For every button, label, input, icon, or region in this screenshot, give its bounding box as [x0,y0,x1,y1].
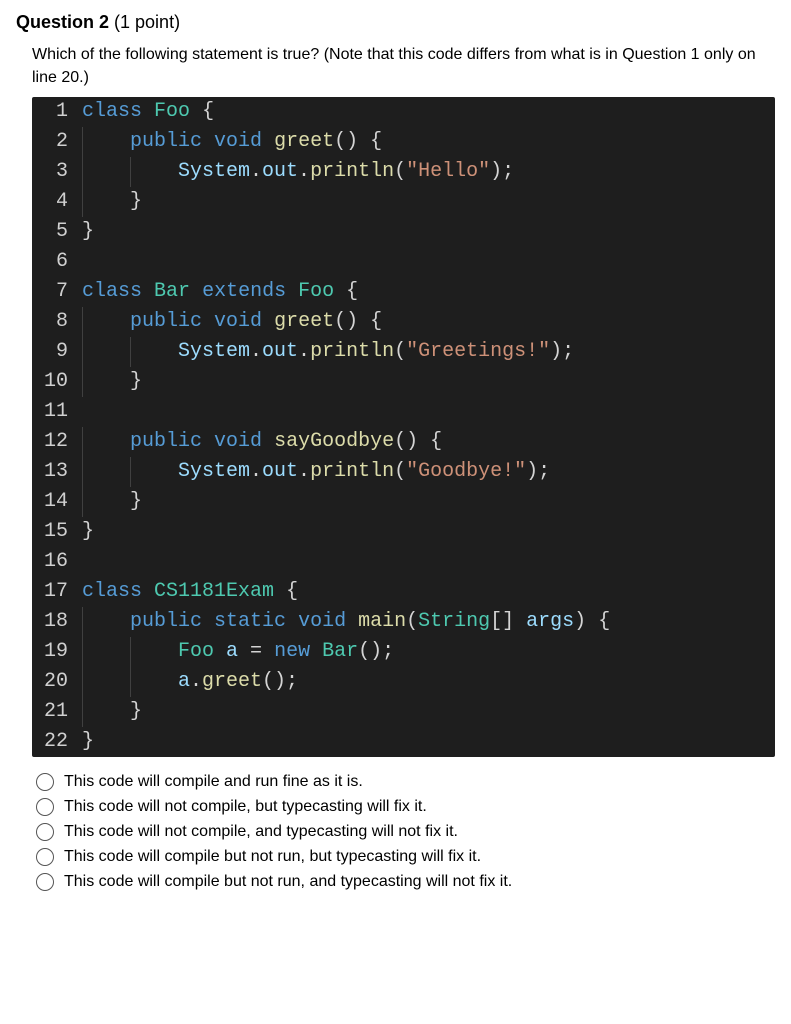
answer-option[interactable]: This code will not compile, but typecast… [36,798,775,816]
code-line: 3System.out.println("Hello"); [32,157,775,187]
question-points: (1 point) [109,12,180,32]
question-prompt: Which of the following statement is true… [32,43,775,89]
code-line: 6 [32,247,775,277]
code-line: 8public void greet() { [32,307,775,337]
code-content: a.greet(); [78,667,775,697]
answer-option[interactable]: This code will compile and run fine as i… [36,773,775,791]
line-number: 5 [32,217,78,247]
code-content: public void greet() { [78,127,775,157]
line-number: 14 [32,487,78,517]
code-line: 12public void sayGoodbye() { [32,427,775,457]
code-line: 16 [32,547,775,577]
code-line: 1class Foo { [32,97,775,127]
code-block: 1class Foo {2public void greet() {3Syste… [32,97,775,757]
code-content: System.out.println("Hello"); [78,157,775,187]
code-line: 14} [32,487,775,517]
line-number: 10 [32,367,78,397]
code-content: Foo a = new Bar(); [78,637,775,667]
code-line: 9System.out.println("Greetings!"); [32,337,775,367]
code-content: System.out.println("Greetings!"); [78,337,775,367]
code-line: 19Foo a = new Bar(); [32,637,775,667]
code-line: 15} [32,517,775,547]
code-line: 13System.out.println("Goodbye!"); [32,457,775,487]
line-number: 18 [32,607,78,637]
code-content: public void sayGoodbye() { [78,427,775,457]
question-label: Question 2 [16,12,109,32]
code-content: } [78,367,775,397]
question-header: Question 2 (1 point) [16,12,775,33]
answer-list: This code will compile and run fine as i… [36,773,775,891]
code-content: public void greet() { [78,307,775,337]
code-content [78,547,775,577]
code-line: 22} [32,727,775,757]
code-line: 7class Bar extends Foo { [32,277,775,307]
line-number: 4 [32,187,78,217]
line-number: 19 [32,637,78,667]
line-number: 22 [32,727,78,757]
line-number: 11 [32,397,78,427]
radio-icon[interactable] [36,848,54,866]
answer-text: This code will not compile, but typecast… [64,798,427,816]
answer-option[interactable]: This code will compile but not run, but … [36,848,775,866]
line-number: 7 [32,277,78,307]
code-content: } [78,517,775,547]
code-line: 20a.greet(); [32,667,775,697]
code-content: class CS1181Exam { [78,577,775,607]
code-line: 17class CS1181Exam { [32,577,775,607]
code-line: 5} [32,217,775,247]
code-content [78,247,775,277]
code-content: } [78,217,775,247]
line-number: 6 [32,247,78,277]
line-number: 13 [32,457,78,487]
line-number: 17 [32,577,78,607]
code-content: } [78,697,775,727]
code-content: System.out.println("Goodbye!"); [78,457,775,487]
radio-icon[interactable] [36,798,54,816]
radio-icon[interactable] [36,773,54,791]
code-content [78,397,775,427]
radio-icon[interactable] [36,823,54,841]
line-number: 1 [32,97,78,127]
radio-icon[interactable] [36,873,54,891]
answer-text: This code will not compile, and typecast… [64,823,458,841]
answer-text: This code will compile but not run, and … [64,873,512,891]
code-line: 11 [32,397,775,427]
code-line: 4} [32,187,775,217]
line-number: 3 [32,157,78,187]
code-line: 18public static void main(String[] args)… [32,607,775,637]
code-content: } [78,187,775,217]
code-line: 2public void greet() { [32,127,775,157]
code-line: 10} [32,367,775,397]
code-content: class Bar extends Foo { [78,277,775,307]
line-number: 16 [32,547,78,577]
line-number: 2 [32,127,78,157]
answer-text: This code will compile and run fine as i… [64,773,363,791]
line-number: 8 [32,307,78,337]
line-number: 20 [32,667,78,697]
code-content: } [78,727,775,757]
answer-text: This code will compile but not run, but … [64,848,481,866]
answer-option[interactable]: This code will not compile, and typecast… [36,823,775,841]
code-content: class Foo { [78,97,775,127]
line-number: 21 [32,697,78,727]
code-content: } [78,487,775,517]
line-number: 9 [32,337,78,367]
code-line: 21} [32,697,775,727]
code-content: public static void main(String[] args) { [78,607,775,637]
line-number: 12 [32,427,78,457]
answer-option[interactable]: This code will compile but not run, and … [36,873,775,891]
line-number: 15 [32,517,78,547]
